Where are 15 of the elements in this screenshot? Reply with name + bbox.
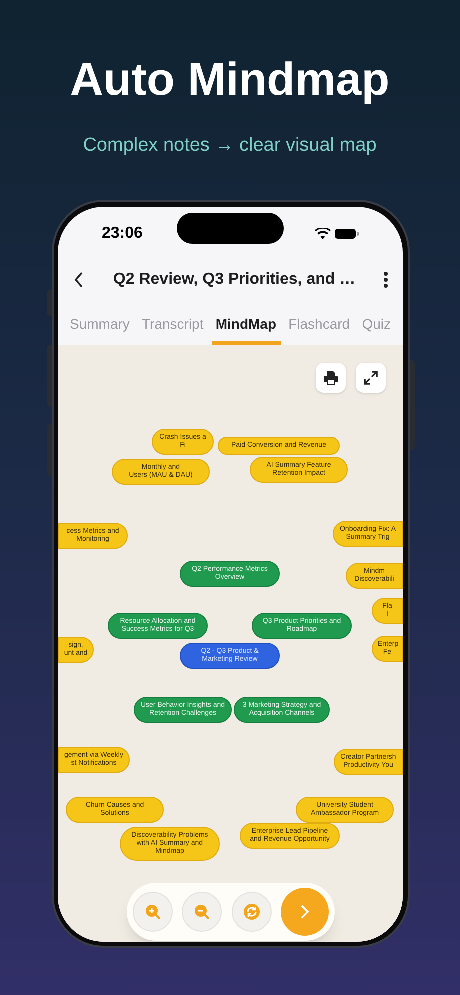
headline: Auto Mindmap [70,56,390,102]
chevron-right-icon [300,904,310,920]
status-time: 23:06 [102,224,143,244]
expand-icon [364,371,378,385]
zoom-out-icon [193,903,212,921]
fullscreen-button[interactable] [356,363,386,393]
wifi-icon [315,228,331,240]
refresh-icon [242,903,261,921]
more-icon[interactable] [383,271,389,289]
printer-icon [323,370,339,386]
tagline: Complex notes → clear visual map [83,134,377,158]
zoom-in-icon [144,903,162,921]
note-title: Q2 Review, Q3 Priorities, and … [112,270,357,290]
battery-icon [335,228,359,240]
print-button[interactable] [316,363,346,393]
